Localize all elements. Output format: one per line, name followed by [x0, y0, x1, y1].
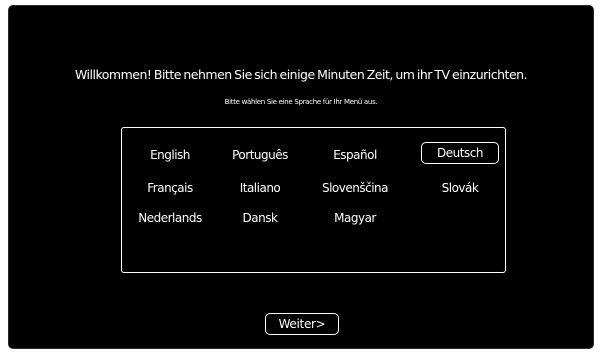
language-option-portugues[interactable]: Português: [212, 144, 308, 166]
language-option-deutsch[interactable]: Deutsch: [421, 142, 499, 164]
language-option-magyar[interactable]: Magyar: [307, 207, 403, 229]
language-option-nederlands[interactable]: Nederlands: [122, 207, 218, 229]
language-option-slovenscina[interactable]: Slovenščina: [307, 177, 403, 199]
language-option-slovak[interactable]: Slovák: [412, 177, 508, 199]
language-option-francais[interactable]: Français: [122, 177, 218, 199]
language-option-dansk[interactable]: Dansk: [212, 207, 308, 229]
language-instruction: Bitte wählen Sie eine Sprache für Ihr Me…: [224, 98, 378, 106]
welcome-message: Willkommen! Bitte nehmen Sie sich einige…: [74, 67, 528, 82]
next-button[interactable]: Weiter>: [265, 313, 339, 335]
language-option-english[interactable]: English: [122, 144, 218, 166]
tv-screen: Willkommen! Bitte nehmen Sie sich einige…: [9, 6, 593, 348]
language-option-espanol[interactable]: Español: [307, 144, 403, 166]
language-option-italiano[interactable]: Italiano: [212, 177, 308, 199]
language-list: English Português Español Deutsch França…: [121, 127, 506, 273]
